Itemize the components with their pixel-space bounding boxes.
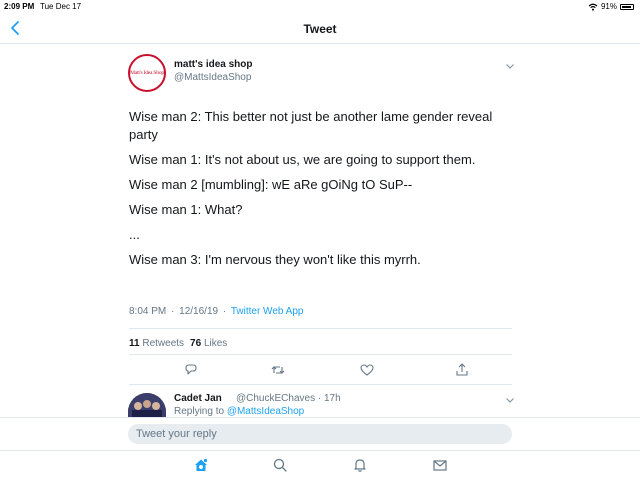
author-handle[interactable]: @MattsIdeaShop [174,72,251,83]
reply-input[interactable] [128,424,512,444]
tab-bar [0,450,640,480]
avatar-logo-text: Matt's Idea Shop [130,70,164,76]
tweet-line: Wise man 1: What? [129,202,243,217]
reply-icon[interactable] [183,362,199,378]
tweet-stats: 11 Retweets 76 Likes [129,338,227,349]
status-indicators: 91% [588,2,634,11]
tweet-timestamp: 8:04 PM · 12/16/19 · Twitter Web App [129,306,303,317]
tweet-actions [129,362,512,378]
tweet-line: Wise man 2: This better not just be anot… [129,109,493,142]
retweets-label: Retweets [142,338,185,349]
status-date: Tue Dec 17 [40,2,82,11]
reply-author-handle[interactable]: @ChuckEChaves · 17h [236,393,341,404]
divider [129,328,512,329]
share-icon[interactable] [454,362,470,378]
status-bar: 2:09 PM Tue Dec 17 91% [0,0,640,12]
separator: · [222,306,227,317]
chevron-down-icon[interactable] [505,62,515,70]
retweet-icon[interactable] [270,362,286,378]
divider [129,384,512,385]
author-avatar[interactable]: Matt's Idea Shop [128,54,166,92]
wifi-icon [588,3,598,11]
likes-label: Likes [203,338,228,349]
reply-avatar[interactable] [128,393,166,419]
compose-bar [0,417,640,449]
chevron-down-icon[interactable] [505,396,515,404]
battery-icon [620,3,634,10]
tweet-text: Wise man 2: This better not just be anot… [129,108,519,276]
retweets-stat[interactable]: 11 Retweets [129,338,184,349]
retweets-count: 11 [129,338,140,349]
author-name[interactable]: matt's idea shop [174,59,253,70]
replying-to-label: Replying to [174,406,225,417]
battery-percent: 91% [600,2,617,11]
separator: · [171,306,175,317]
likes-count: 76 [190,338,202,349]
like-icon[interactable] [359,362,375,378]
tweet-time: 8:04 PM [129,306,167,317]
messages-icon[interactable] [432,457,448,473]
avatar-image [128,393,166,419]
reply-author-name[interactable]: Cadet Jan [174,393,222,404]
notifications-icon[interactable] [352,457,368,473]
battery-level [622,5,631,8]
replying-to-mention[interactable]: @MattsIdeaShop [227,406,304,417]
likes-stat[interactable]: 76 Likes [190,338,227,349]
replying-to: Replying to @MattsIdeaShop [174,406,304,417]
search-icon[interactable] [272,457,288,473]
tweet-line: Wise man 1: It's not about us, we are go… [129,152,476,167]
tweet-line: ... [129,227,140,242]
status-time: 2:09 PM [4,2,35,11]
home-icon[interactable] [193,457,209,473]
navigation-bar: Tweet [0,14,640,44]
tweet-line: Wise man 2 [mumbling]: wE aRe gOiNg tO S… [129,177,413,192]
divider [129,354,512,355]
tweet-date: 12/16/19 [179,306,219,317]
tweet-line: Wise man 3: I'm nervous they won't like … [129,252,421,267]
page-title: Tweet [303,22,337,36]
tweet-source-link[interactable]: Twitter Web App [231,306,304,317]
